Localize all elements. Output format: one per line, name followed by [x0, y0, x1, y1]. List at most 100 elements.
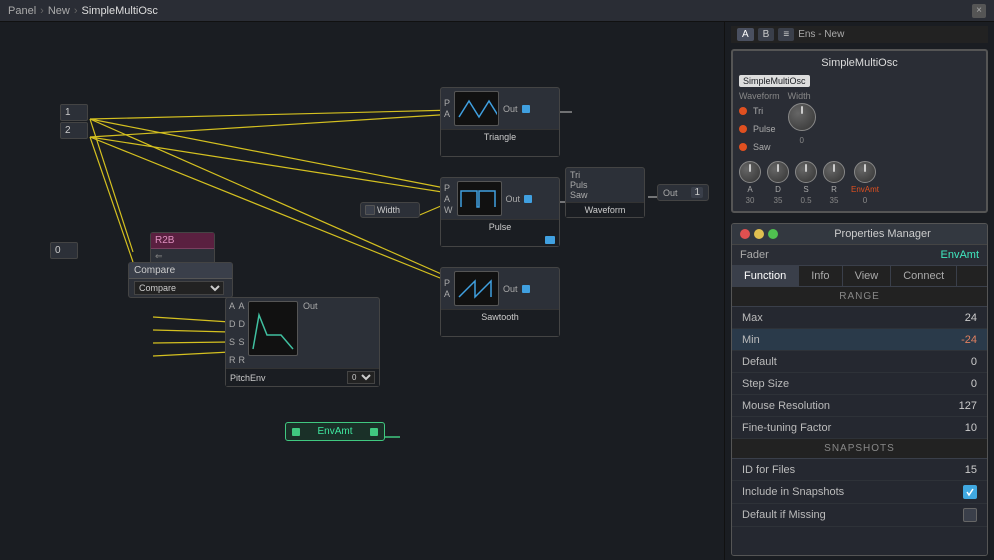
triangle-wave-icon [457, 95, 497, 123]
breadcrumb-active: SimpleMultiOsc [82, 5, 158, 17]
props-fader-row: Fader EnvAmt [732, 245, 987, 266]
default-label: Default [742, 356, 777, 368]
waveform-lbl: Waveform [739, 91, 780, 101]
include-checkbox[interactable] [963, 485, 977, 499]
mouseres-label: Mouse Resolution [742, 400, 830, 412]
r2b-node[interactable]: R2B ⇐ [150, 232, 215, 265]
finetune-label: Fine-tuning Factor [742, 422, 831, 434]
default-value: 0 [947, 356, 977, 368]
props-content: RANGE Max 24 Min -24 Default 0 Step Size… [732, 287, 987, 555]
envamt-fader-label: EnvAmt [940, 249, 979, 261]
adsr-d-knob[interactable] [767, 161, 789, 183]
num-node-2: 2 [60, 122, 88, 139]
pitchenv-node[interactable]: A D S R A D S R Out [225, 297, 380, 387]
r2b-header: R2B [151, 233, 214, 249]
range-section-header: RANGE [732, 287, 987, 307]
min-label: Min [742, 334, 760, 346]
main-layout: 1 2 0 R2B ⇐ Compare Compare [0, 22, 994, 560]
sep2: › [74, 5, 78, 17]
adsr-wave-icon [251, 305, 295, 353]
stepsize-label: Step Size [742, 378, 789, 390]
zero-node: 0 [50, 242, 78, 259]
tab-function[interactable]: Function [732, 266, 799, 286]
sawtooth-node[interactable]: P A Out Sawtooth [440, 267, 560, 337]
range-min-row: Min -24 [732, 329, 987, 351]
compare-header: Compare [129, 263, 232, 279]
close-button[interactable]: × [972, 4, 986, 18]
range-finetune-row: Fine-tuning Factor 10 [732, 417, 987, 439]
ens-btn-b[interactable]: B [758, 28, 775, 41]
adsr-s-knob[interactable] [795, 161, 817, 183]
width-lbl: Width [788, 91, 816, 101]
max-label: Max [742, 312, 763, 324]
pulse-node[interactable]: P A W Out Pulse [440, 177, 560, 247]
ens-btn-menu[interactable]: ≡ [778, 28, 794, 41]
properties-manager: Properties Manager Fader EnvAmt Function… [731, 223, 988, 556]
min-value: -24 [947, 334, 977, 346]
range-mouseres-row: Mouse Resolution 127 [732, 395, 987, 417]
plugin-title: SimpleMultiOsc [739, 57, 980, 69]
tri-option: Tri [753, 106, 763, 116]
range-default-row: Default 0 [732, 351, 987, 373]
saw-option: Saw [753, 142, 771, 152]
sep1: › [40, 5, 44, 17]
side-panel: A B ≡ Ens - New SimpleMultiOsc SimpleMul… [724, 22, 994, 560]
include-label: Include in Snapshots [742, 486, 844, 498]
max-value: 24 [947, 312, 977, 324]
id-label: ID for Files [742, 464, 795, 476]
traffic-light-yellow[interactable] [754, 229, 764, 239]
snapshots-id-row: ID for Files 15 [732, 459, 987, 481]
envamt-node-label: EnvAmt [317, 426, 352, 437]
breadcrumb: Panel › New › SimpleMultiOsc [8, 5, 158, 17]
compare-select[interactable]: Compare [129, 279, 232, 297]
breadcrumb-panel[interactable]: Panel [8, 5, 36, 17]
include-snapshots-row: Include in Snapshots [732, 481, 987, 504]
plugin-preview: SimpleMultiOsc SimpleMultiOsc Waveform T… [731, 49, 988, 213]
default-missing-checkbox[interactable] [963, 508, 977, 522]
traffic-light-red[interactable] [740, 229, 750, 239]
props-title: Properties Manager [786, 228, 979, 240]
saw-led [739, 143, 747, 151]
tab-view[interactable]: View [843, 266, 892, 286]
compare-node[interactable]: Compare Compare [128, 262, 233, 298]
props-tabs: Function Info View Connect [732, 266, 987, 287]
ens-label: Ens - New [798, 29, 844, 40]
range-stepsize-row: Step Size 0 [732, 373, 987, 395]
mouseres-value: 127 [947, 400, 977, 412]
finetune-value: 10 [947, 422, 977, 434]
triangle-node[interactable]: P A Out Triangle [440, 87, 560, 157]
pulse-label: Pulse [441, 219, 559, 234]
pitchenv-label: PitchEnv [230, 373, 266, 383]
wire-canvas [0, 22, 724, 560]
waveform-node[interactable]: Tri Puls Saw Waveform [565, 167, 645, 218]
default-missing-label: Default if Missing [742, 509, 826, 521]
tri-led [739, 107, 747, 115]
adsr-r-knob[interactable] [823, 161, 845, 183]
out-final-node: Out 1 [657, 184, 709, 201]
default-missing-row: Default if Missing [732, 504, 987, 527]
triangle-label: Triangle [441, 129, 559, 144]
traffic-light-green[interactable] [768, 229, 778, 239]
envamt-knob-label: EnvAmt [851, 185, 879, 194]
pulse-wave-icon [459, 185, 499, 213]
id-value: 15 [947, 464, 977, 476]
envamt-node[interactable]: EnvAmt [285, 422, 385, 441]
tab-info[interactable]: Info [799, 266, 842, 286]
pulse-option: Pulse [753, 124, 776, 134]
ens-btn-a[interactable]: A [737, 28, 754, 41]
fader-label: Fader [740, 249, 769, 261]
checkmark-icon [965, 487, 975, 497]
ens-bar: A B ≡ Ens - New [731, 26, 988, 43]
title-bar: Panel › New › SimpleMultiOsc × [0, 0, 994, 22]
tab-connect[interactable]: Connect [891, 266, 957, 286]
snapshots-section-header: SNAPSHOTS [732, 439, 987, 459]
envamt-knob[interactable] [854, 161, 876, 183]
width-knob[interactable] [788, 103, 816, 131]
adsr-a-knob[interactable] [739, 161, 761, 183]
traffic-lights [740, 229, 778, 239]
num-node-1: 1 [60, 104, 88, 121]
width-node[interactable]: Width [360, 202, 420, 218]
pulse-led [739, 125, 747, 133]
breadcrumb-new[interactable]: New [48, 5, 70, 17]
canvas-area[interactable]: 1 2 0 R2B ⇐ Compare Compare [0, 22, 724, 560]
